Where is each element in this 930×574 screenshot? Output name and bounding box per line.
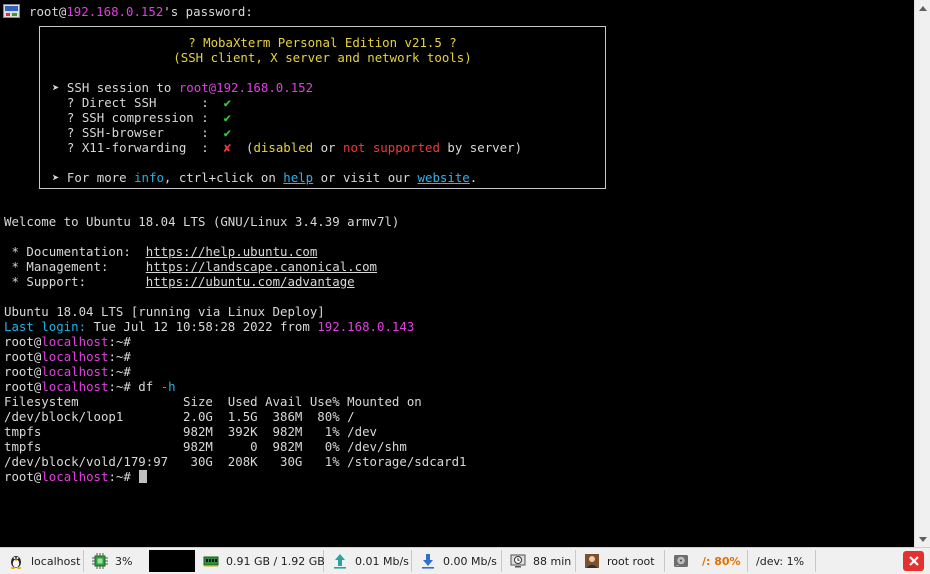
memory-usage: 0.91 GB / 1.92 GB xyxy=(226,554,325,568)
status-memory[interactable]: 0.91 GB / 1.92 GB xyxy=(199,550,325,572)
cpu-graph xyxy=(149,550,195,572)
disk-root-usage: /: 80% xyxy=(702,554,741,568)
terminal-output[interactable]: root@192.168.0.152's password: ? MobaXte… xyxy=(0,0,914,547)
df-row: /dev/block/vold/179:97 30G 208K 30G 1% /… xyxy=(4,454,467,469)
disk-dev-usage: /dev: 1% xyxy=(756,554,805,568)
documentation-link[interactable]: https://help.ubuntu.com xyxy=(146,244,318,259)
check-icon: ✔ xyxy=(223,125,232,140)
password-key-icon xyxy=(3,4,20,18)
status-uptime[interactable]: 88 min xyxy=(506,550,576,572)
help-link[interactable]: help xyxy=(283,170,313,185)
host-label: localhost xyxy=(31,554,81,568)
cpu-chip-icon xyxy=(92,553,108,569)
shell-command-line: root@localhost:~# df -h xyxy=(4,379,176,394)
scroll-up-button[interactable] xyxy=(915,0,930,16)
last-login-line: Last login: Tue Jul 12 10:58:28 2022 fro… xyxy=(4,319,415,334)
info-link[interactable]: info xyxy=(134,170,164,185)
upload-speed: 0.01 Mb/s xyxy=(355,554,409,568)
mobaxterm-banner: ? MobaXterm Personal Edition v21.5 ? (SS… xyxy=(39,26,606,189)
welcome-line: Welcome to Ubuntu 18.04 LTS (GNU/Linux 3… xyxy=(4,214,400,229)
status-disk-root[interactable]: /: 80% xyxy=(669,550,748,572)
close-button[interactable] xyxy=(903,551,924,571)
banner-feature-x11: ? X11-forwarding : ✘ (disabled or not su… xyxy=(66,140,523,155)
shell-prompt: root@localhost:~# xyxy=(4,349,131,364)
doc-link-line: * Documentation: https://help.ubuntu.com xyxy=(4,244,318,259)
download-speed: 0.00 Mb/s xyxy=(443,554,497,568)
status-disk-dev[interactable]: /dev: 1% xyxy=(752,550,816,572)
df-row: /dev/block/loop1 2.0G 1.5G 386M 80% / xyxy=(4,409,355,424)
status-cpu[interactable]: 3% xyxy=(88,550,146,572)
banner-subtitle: (SSH client, X server and network tools) xyxy=(173,50,472,65)
logged-users: root root xyxy=(607,554,655,568)
text-cursor xyxy=(139,470,148,483)
status-upload[interactable]: 0.01 Mb/s xyxy=(328,550,412,572)
df-row: tmpfs 982M 392K 982M 1% /dev xyxy=(4,424,377,439)
close-icon xyxy=(908,556,919,566)
deploy-line: Ubuntu 18.04 LTS [running via Linux Depl… xyxy=(4,304,325,319)
status-users[interactable]: root root xyxy=(580,550,665,572)
support-link-line: * Support: https://ubuntu.com/advantage xyxy=(4,274,355,289)
shell-prompt: root@localhost:~# xyxy=(4,334,131,349)
management-link-line: * Management: https://landscape.canonica… xyxy=(4,259,378,274)
banner-session-line: ➤ SSH session to root@192.168.0.152 xyxy=(52,80,314,95)
user-icon xyxy=(585,554,599,568)
df-header: Filesystem Size Used Avail Use% Mounted … xyxy=(4,394,422,409)
arrow-down-icon xyxy=(918,536,927,542)
support-link[interactable]: https://ubuntu.com/advantage xyxy=(146,274,355,289)
tux-linux-icon xyxy=(10,556,22,569)
uptime-value: 88 min xyxy=(533,554,572,568)
clock-monitor-icon xyxy=(510,554,526,568)
management-link[interactable]: https://landscape.canonical.com xyxy=(146,259,377,274)
hard-disk-icon xyxy=(674,555,688,567)
df-row: tmpfs 982M 0 982M 0% /dev/shm xyxy=(4,439,407,454)
active-shell-prompt[interactable]: root@localhost:~# xyxy=(4,469,148,484)
shell-prompt: root@localhost:~# xyxy=(4,364,131,379)
banner-feature-ssh-browser: ? SSH-browser : ✔ xyxy=(66,125,232,140)
password-prompt-line: root@192.168.0.152's password: xyxy=(29,4,253,19)
scroll-down-button[interactable] xyxy=(915,531,930,547)
website-link[interactable]: website xyxy=(418,170,470,185)
banner-more-info-line: ➤ For more info, ctrl+click on help or v… xyxy=(52,170,478,185)
download-arrow-icon xyxy=(422,554,434,569)
upload-arrow-icon xyxy=(334,554,346,569)
memory-ram-icon xyxy=(203,556,219,567)
check-icon: ✔ xyxy=(223,95,232,110)
status-download[interactable]: 0.00 Mb/s xyxy=(416,550,502,572)
cross-icon: ✘ xyxy=(223,140,232,155)
check-icon: ✔ xyxy=(223,110,232,125)
banner-feature-direct-ssh: ? Direct SSH : ✔ xyxy=(66,95,232,110)
cpu-usage: 3% xyxy=(115,554,133,568)
vertical-scrollbar[interactable] xyxy=(914,0,930,547)
banner-title: ? MobaXterm Personal Edition v21.5 ? xyxy=(188,35,457,50)
arrow-up-icon xyxy=(918,5,927,11)
status-host[interactable]: localhost xyxy=(4,550,84,572)
banner-feature-compression: ? SSH compression : ✔ xyxy=(66,110,232,125)
status-bar: localhost 3% 0.91 GB / 1.92 GB 0.01 Mb/s xyxy=(0,547,930,574)
